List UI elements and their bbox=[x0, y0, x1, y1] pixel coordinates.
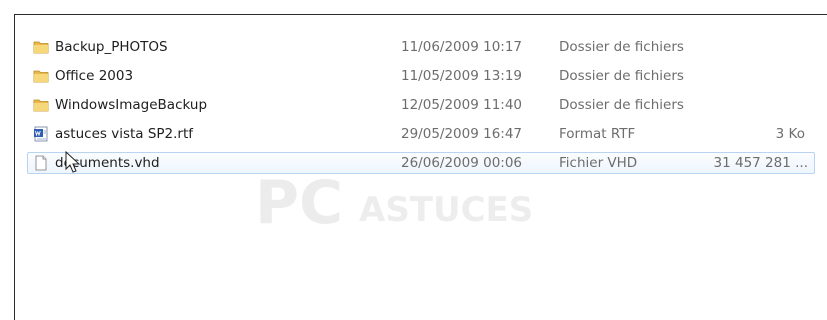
watermark-small-text: ASTUCES bbox=[359, 190, 533, 230]
file-name: Backup_PHOTOS bbox=[55, 39, 168, 55]
file-row-backup-photos[interactable]: Backup_PHOTOS 11/06/2009 10:17 Dossier d… bbox=[27, 36, 827, 58]
file-size: 31 457 281 ... bbox=[713, 155, 808, 171]
file-date: 12/05/2009 11:40 bbox=[401, 97, 523, 113]
file-row-office-2003[interactable]: Office 2003 11/05/2009 13:19 Dossier de … bbox=[27, 65, 827, 87]
file-size: 3 Ko bbox=[775, 126, 805, 142]
file-row-astuces-vista-sp2[interactable]: astuces vista SP2.rtf 29/05/2009 16:47 F… bbox=[27, 123, 827, 145]
folder-icon bbox=[33, 41, 49, 54]
folder-icon bbox=[33, 70, 49, 83]
file-date: 29/05/2009 16:47 bbox=[401, 126, 523, 142]
file-type: Dossier de fichiers bbox=[559, 97, 684, 113]
file-type: Dossier de fichiers bbox=[559, 39, 684, 55]
file-name: astuces vista SP2.rtf bbox=[55, 126, 194, 142]
file-row-windowsimagebackup[interactable]: WindowsImageBackup 12/05/2009 11:40 Doss… bbox=[27, 94, 827, 116]
rtf-document-icon bbox=[34, 126, 48, 142]
pc-astuces-watermark: PC ASTUCES bbox=[255, 168, 533, 238]
file-name: WindowsImageBackup bbox=[55, 97, 208, 113]
file-list-pane[interactable]: Backup_PHOTOS 11/06/2009 10:17 Dossier d… bbox=[14, 14, 827, 320]
mouse-cursor-icon bbox=[65, 151, 81, 173]
blank-file-icon bbox=[35, 155, 47, 171]
file-name: Office 2003 bbox=[55, 68, 134, 84]
watermark-big-text: PC bbox=[255, 168, 343, 238]
file-date: 11/05/2009 13:19 bbox=[401, 68, 523, 84]
file-type: Format RTF bbox=[559, 126, 636, 142]
folder-icon bbox=[33, 99, 49, 112]
file-type: Dossier de fichiers bbox=[559, 68, 684, 84]
file-date: 11/06/2009 10:17 bbox=[401, 39, 523, 55]
